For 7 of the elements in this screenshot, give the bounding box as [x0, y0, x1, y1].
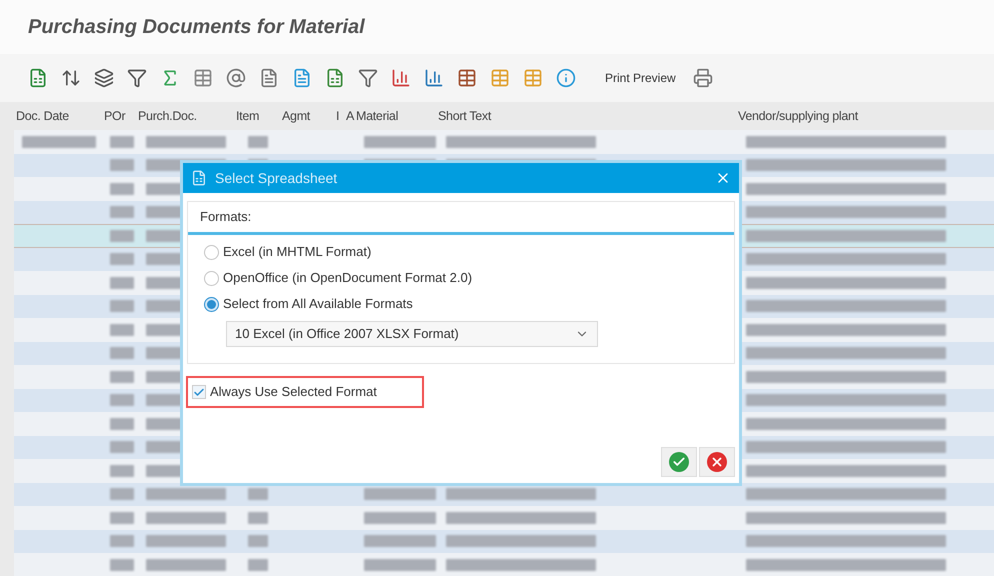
group-label: Formats: [200, 209, 252, 224]
radio-label: Select from All Available Formats [223, 295, 413, 314]
window-title: Purchasing Documents for Material [28, 15, 365, 40]
radio-label: OpenOffice (in OpenDocument Format 2.0) [223, 269, 472, 288]
dialog-title: Select Spreadsheet [215, 168, 338, 188]
radio-label: Excel (in MHTML Format) [223, 243, 372, 262]
checkbox-label: Always Use Selected Format [210, 383, 377, 402]
